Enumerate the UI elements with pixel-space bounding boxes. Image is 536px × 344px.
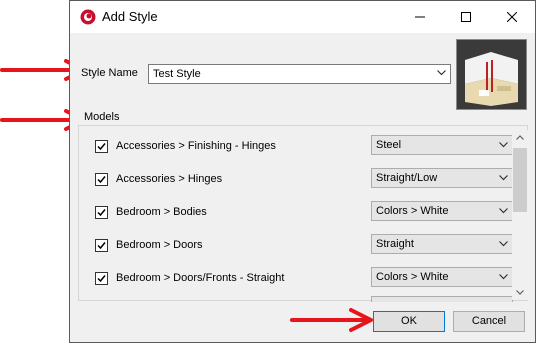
models-group: Accessories > Finishing - Hinges Steel A… — [78, 125, 528, 302]
chevron-down-icon[interactable] — [437, 70, 446, 76]
model-option-select[interactable]: Colors > White — [371, 267, 513, 287]
chevron-down-icon[interactable] — [499, 241, 508, 247]
style-name-label: Style Name — [81, 67, 138, 79]
room-preview-image — [457, 40, 526, 109]
window-title: Add Style — [102, 9, 158, 24]
minimize-icon — [415, 16, 425, 18]
title-bar: Add Style — [70, 1, 535, 33]
model-name: Bedroom > Doors/Fronts - Straight — [116, 272, 285, 284]
model-option-select[interactable]: Straight/Low — [371, 168, 513, 188]
model-option-value[interactable]: Colors > White — [376, 205, 448, 217]
model-option-value[interactable]: Steel — [376, 139, 401, 151]
chevron-down-icon[interactable] — [499, 175, 508, 181]
checkmark-icon — [97, 143, 106, 151]
style-name-value[interactable]: Test Style — [153, 68, 201, 80]
checkmark-icon — [97, 176, 106, 184]
checkmark-icon — [97, 209, 106, 217]
model-checkbox[interactable] — [95, 206, 108, 219]
style-name-combobox[interactable]: Test Style — [148, 64, 451, 84]
model-option-value[interactable]: Straight/Low — [376, 172, 437, 184]
model-name: Bedroom > Doors — [116, 239, 203, 251]
scrollbar-thumb[interactable] — [513, 148, 527, 212]
cancel-button[interactable]: Cancel — [453, 311, 525, 332]
annotation-arrow-ok — [290, 308, 373, 332]
scroll-down-icon[interactable] — [512, 284, 528, 300]
model-checkbox[interactable] — [95, 140, 108, 153]
models-group-label: Models — [82, 111, 122, 123]
model-checkbox[interactable] — [95, 272, 108, 285]
model-name: Accessories > Hinges — [116, 173, 223, 185]
checkmark-icon — [97, 242, 106, 250]
chevron-down-icon[interactable] — [499, 142, 508, 148]
maximize-icon — [461, 12, 471, 22]
chevron-down-icon[interactable] — [499, 274, 508, 280]
model-option-value[interactable]: Colors > White — [376, 271, 448, 283]
model-option-select-partial[interactable] — [371, 296, 513, 302]
model-checkbox[interactable] — [95, 239, 108, 252]
model-name: Accessories > Finishing - Hinges — [116, 140, 276, 152]
close-button[interactable] — [489, 1, 535, 33]
maximize-button[interactable] — [443, 1, 489, 33]
minimize-button[interactable] — [397, 1, 443, 33]
models-scrollbar[interactable] — [512, 130, 528, 300]
model-checkbox[interactable] — [95, 173, 108, 186]
add-style-dialog: Add Style Style Name Test Style Models A… — [69, 0, 536, 343]
app-logo-icon — [80, 9, 96, 25]
scroll-up-icon[interactable] — [512, 130, 528, 146]
model-name: Bedroom > Bodies — [116, 206, 207, 218]
model-option-select[interactable]: Steel — [371, 135, 513, 155]
ok-button[interactable]: OK — [373, 311, 445, 332]
close-icon — [507, 12, 517, 22]
style-preview-thumbnail — [456, 39, 527, 110]
chevron-down-icon[interactable] — [499, 208, 508, 214]
model-option-select[interactable]: Straight — [371, 234, 513, 254]
model-option-value[interactable]: Straight — [376, 238, 414, 250]
checkmark-icon — [97, 275, 106, 283]
model-option-select[interactable]: Colors > White — [371, 201, 513, 221]
